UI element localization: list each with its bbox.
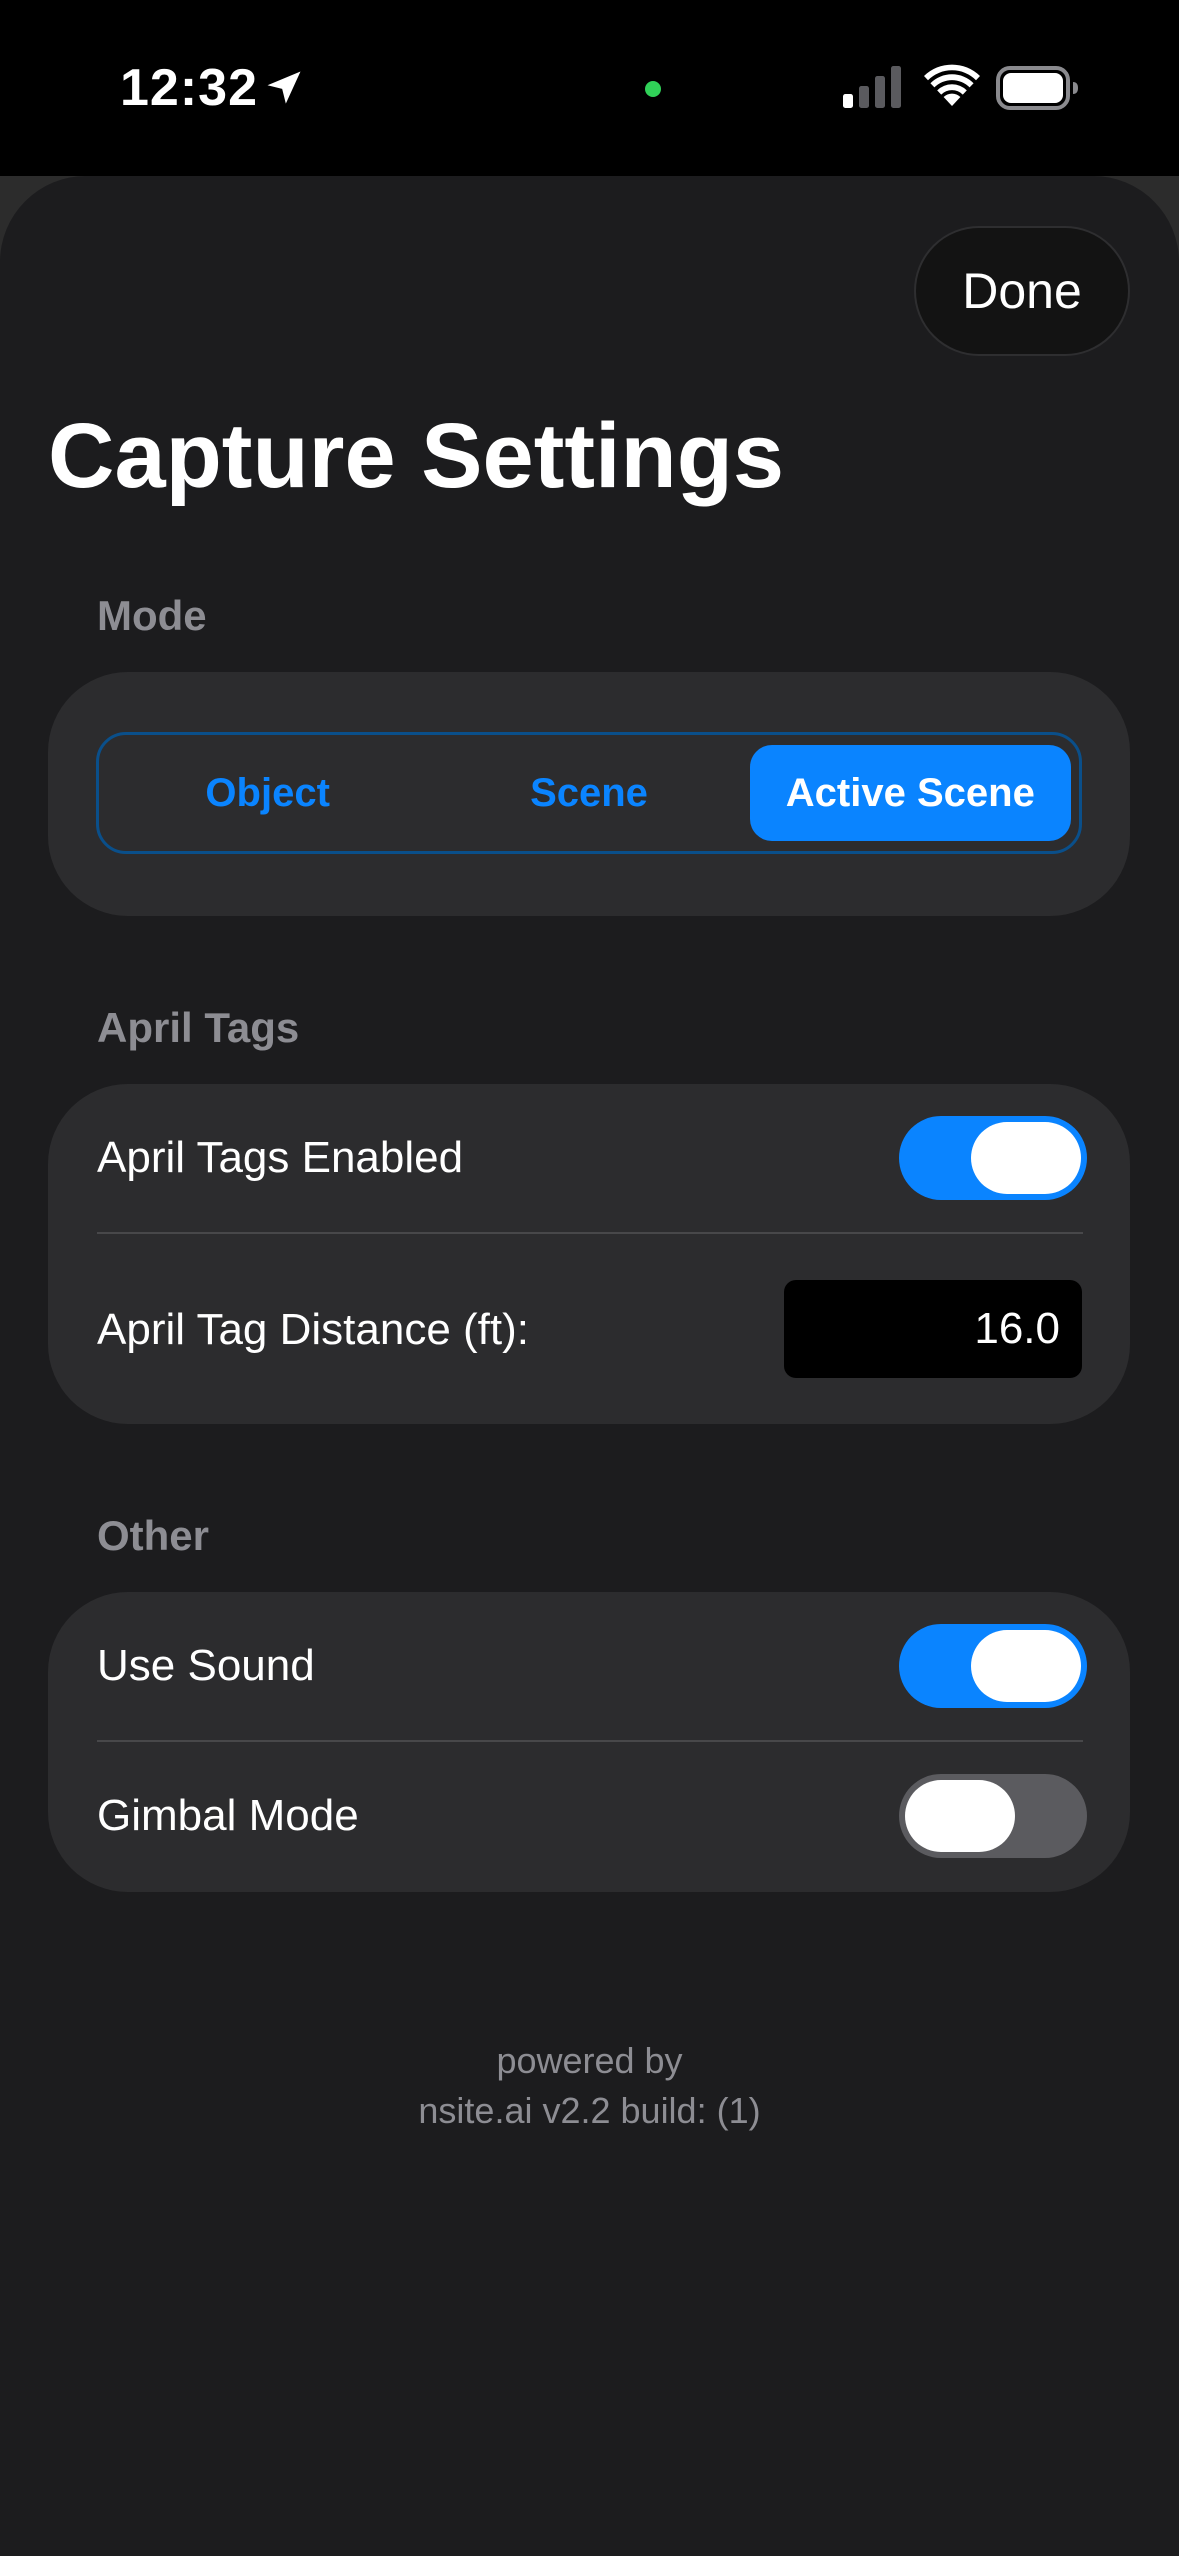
other-group: Use Sound Gimbal Mode bbox=[48, 1592, 1130, 1892]
section-header-other: Other bbox=[97, 1512, 210, 1559]
segment-object[interactable]: Object bbox=[107, 745, 428, 841]
status-bar: 12:32 bbox=[0, 0, 1179, 176]
toggle-knob bbox=[905, 1780, 1015, 1852]
battery-icon bbox=[996, 66, 1078, 110]
section-header-mode: Mode bbox=[97, 592, 207, 639]
camera-indicator-dot bbox=[645, 81, 661, 97]
toggle-knob bbox=[971, 1122, 1081, 1194]
use-sound-row: Use Sound bbox=[48, 1592, 1130, 1740]
capture-settings-sheet: Done Capture Settings Mode Object Scene … bbox=[0, 176, 1179, 2556]
mode-group: Object Scene Active Scene bbox=[48, 672, 1130, 916]
segment-active-scene[interactable]: Active Scene bbox=[749, 745, 1071, 841]
use-sound-label: Use Sound bbox=[97, 1641, 315, 1690]
footer-version: nsite.ai v2.2 build: (1) bbox=[418, 2090, 761, 2131]
april-tag-distance-label: April Tag Distance (ft): bbox=[97, 1305, 530, 1354]
footer: powered by nsite.ai v2.2 build: (1) bbox=[0, 2036, 1179, 2136]
april-tag-distance-input[interactable]: 16.0 bbox=[784, 1280, 1082, 1378]
page-title: Capture Settings bbox=[48, 405, 785, 507]
footer-powered-by: powered by bbox=[496, 2040, 683, 2081]
april-tags-enabled-label: April Tags Enabled bbox=[97, 1133, 464, 1182]
gimbal-mode-toggle[interactable] bbox=[899, 1774, 1087, 1858]
april-tags-enabled-toggle[interactable] bbox=[899, 1116, 1087, 1200]
use-sound-toggle[interactable] bbox=[899, 1624, 1087, 1708]
april-tags-enabled-row: April Tags Enabled bbox=[48, 1084, 1130, 1232]
wifi-icon bbox=[924, 64, 980, 106]
mode-segmented-control: Object Scene Active Scene bbox=[96, 732, 1082, 854]
toggle-knob bbox=[971, 1630, 1081, 1702]
gimbal-mode-label: Gimbal Mode bbox=[97, 1791, 359, 1840]
location-arrow-icon bbox=[267, 71, 301, 104]
status-time: 12:32 bbox=[120, 59, 258, 117]
gimbal-mode-row: Gimbal Mode bbox=[48, 1742, 1130, 1892]
april-tag-distance-row: April Tag Distance (ft): 16.0 bbox=[48, 1234, 1130, 1424]
done-button[interactable]: Done bbox=[914, 226, 1130, 356]
april-tags-group: April Tags Enabled April Tag Distance (f… bbox=[48, 1084, 1130, 1424]
section-header-april-tags: April Tags bbox=[97, 1004, 300, 1051]
cellular-signal-icon bbox=[843, 66, 901, 108]
segment-scene[interactable]: Scene bbox=[428, 745, 749, 841]
